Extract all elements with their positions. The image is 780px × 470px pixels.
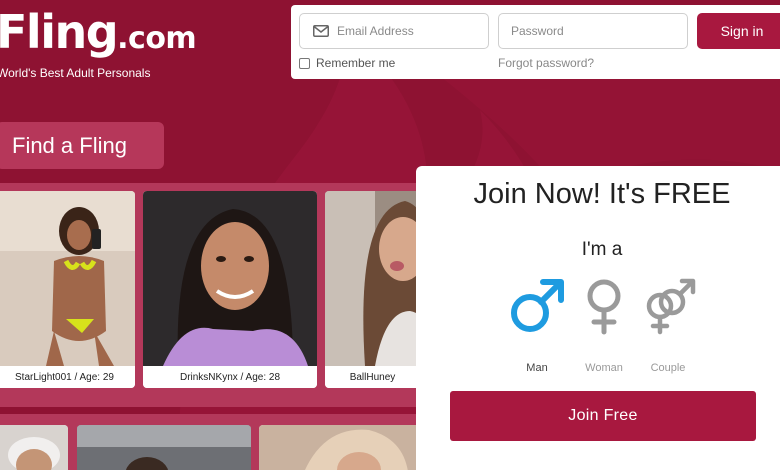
gender-option-man[interactable]: Man: [502, 276, 572, 374]
logo-text: Fling: [0, 5, 119, 59]
gender-prompt: I'm a: [581, 239, 623, 260]
profile-photo: [0, 425, 68, 470]
profile-grid-row-2: [0, 414, 433, 470]
gender-label-couple: Couple: [650, 362, 686, 374]
gender-option-couple[interactable]: Couple: [633, 276, 703, 374]
profile-photo: [0, 191, 135, 366]
profile-photo: [143, 191, 317, 366]
profile-card[interactable]: [77, 425, 251, 470]
profile-card[interactable]: [259, 425, 433, 470]
join-panel: Join Now! It's FREE I'm a Man Woman Coup…: [416, 166, 780, 470]
male-icon: [511, 279, 564, 332]
profile-card[interactable]: StarLight001 / Age: 29: [0, 191, 135, 388]
gender-label-woman: Woman: [585, 362, 623, 374]
mail-icon: [313, 25, 329, 37]
couple-icon: [646, 278, 696, 335]
email-placeholder: Email Address: [337, 24, 414, 38]
password-field[interactable]: Password: [498, 13, 688, 49]
remember-me-checkbox[interactable]: [299, 57, 310, 69]
logo-suffix: .com: [117, 21, 197, 56]
find-a-fling-button[interactable]: Find a Fling: [0, 122, 164, 169]
profile-card[interactable]: [0, 425, 68, 470]
site-tagline: World's Best Adult Personals: [0, 66, 151, 80]
join-free-button[interactable]: Join Free: [450, 391, 756, 441]
join-title: Join Now! It's FREE: [473, 178, 731, 210]
remember-me-label: Remember me: [316, 56, 396, 70]
forgot-password-link[interactable]: Forgot password?: [498, 56, 594, 70]
password-placeholder: Password: [511, 24, 564, 38]
site-logo[interactable]: Fling.com: [0, 2, 197, 62]
gender-option-woman[interactable]: Woman: [569, 276, 639, 374]
profile-grid-row-1: StarLight001 / Age: 29 DrinksNKynx / Age…: [0, 183, 445, 407]
female-icon: [587, 279, 621, 335]
profile-photo: [77, 425, 251, 470]
profile-card[interactable]: DrinksNKynx / Age: 28: [143, 191, 317, 388]
sign-in-button[interactable]: Sign in: [697, 13, 780, 49]
remember-me-option[interactable]: Remember me: [299, 56, 395, 70]
login-panel: Email Address Password Sign in Remember …: [291, 5, 780, 79]
email-field[interactable]: Email Address: [299, 13, 489, 49]
profile-caption: DrinksNKynx / Age: 28: [143, 366, 317, 388]
profile-photo: [259, 425, 433, 470]
gender-label-man: Man: [526, 362, 548, 374]
profile-caption: BallHuney: [325, 366, 420, 388]
profile-caption: StarLight001 / Age: 29: [0, 366, 135, 388]
